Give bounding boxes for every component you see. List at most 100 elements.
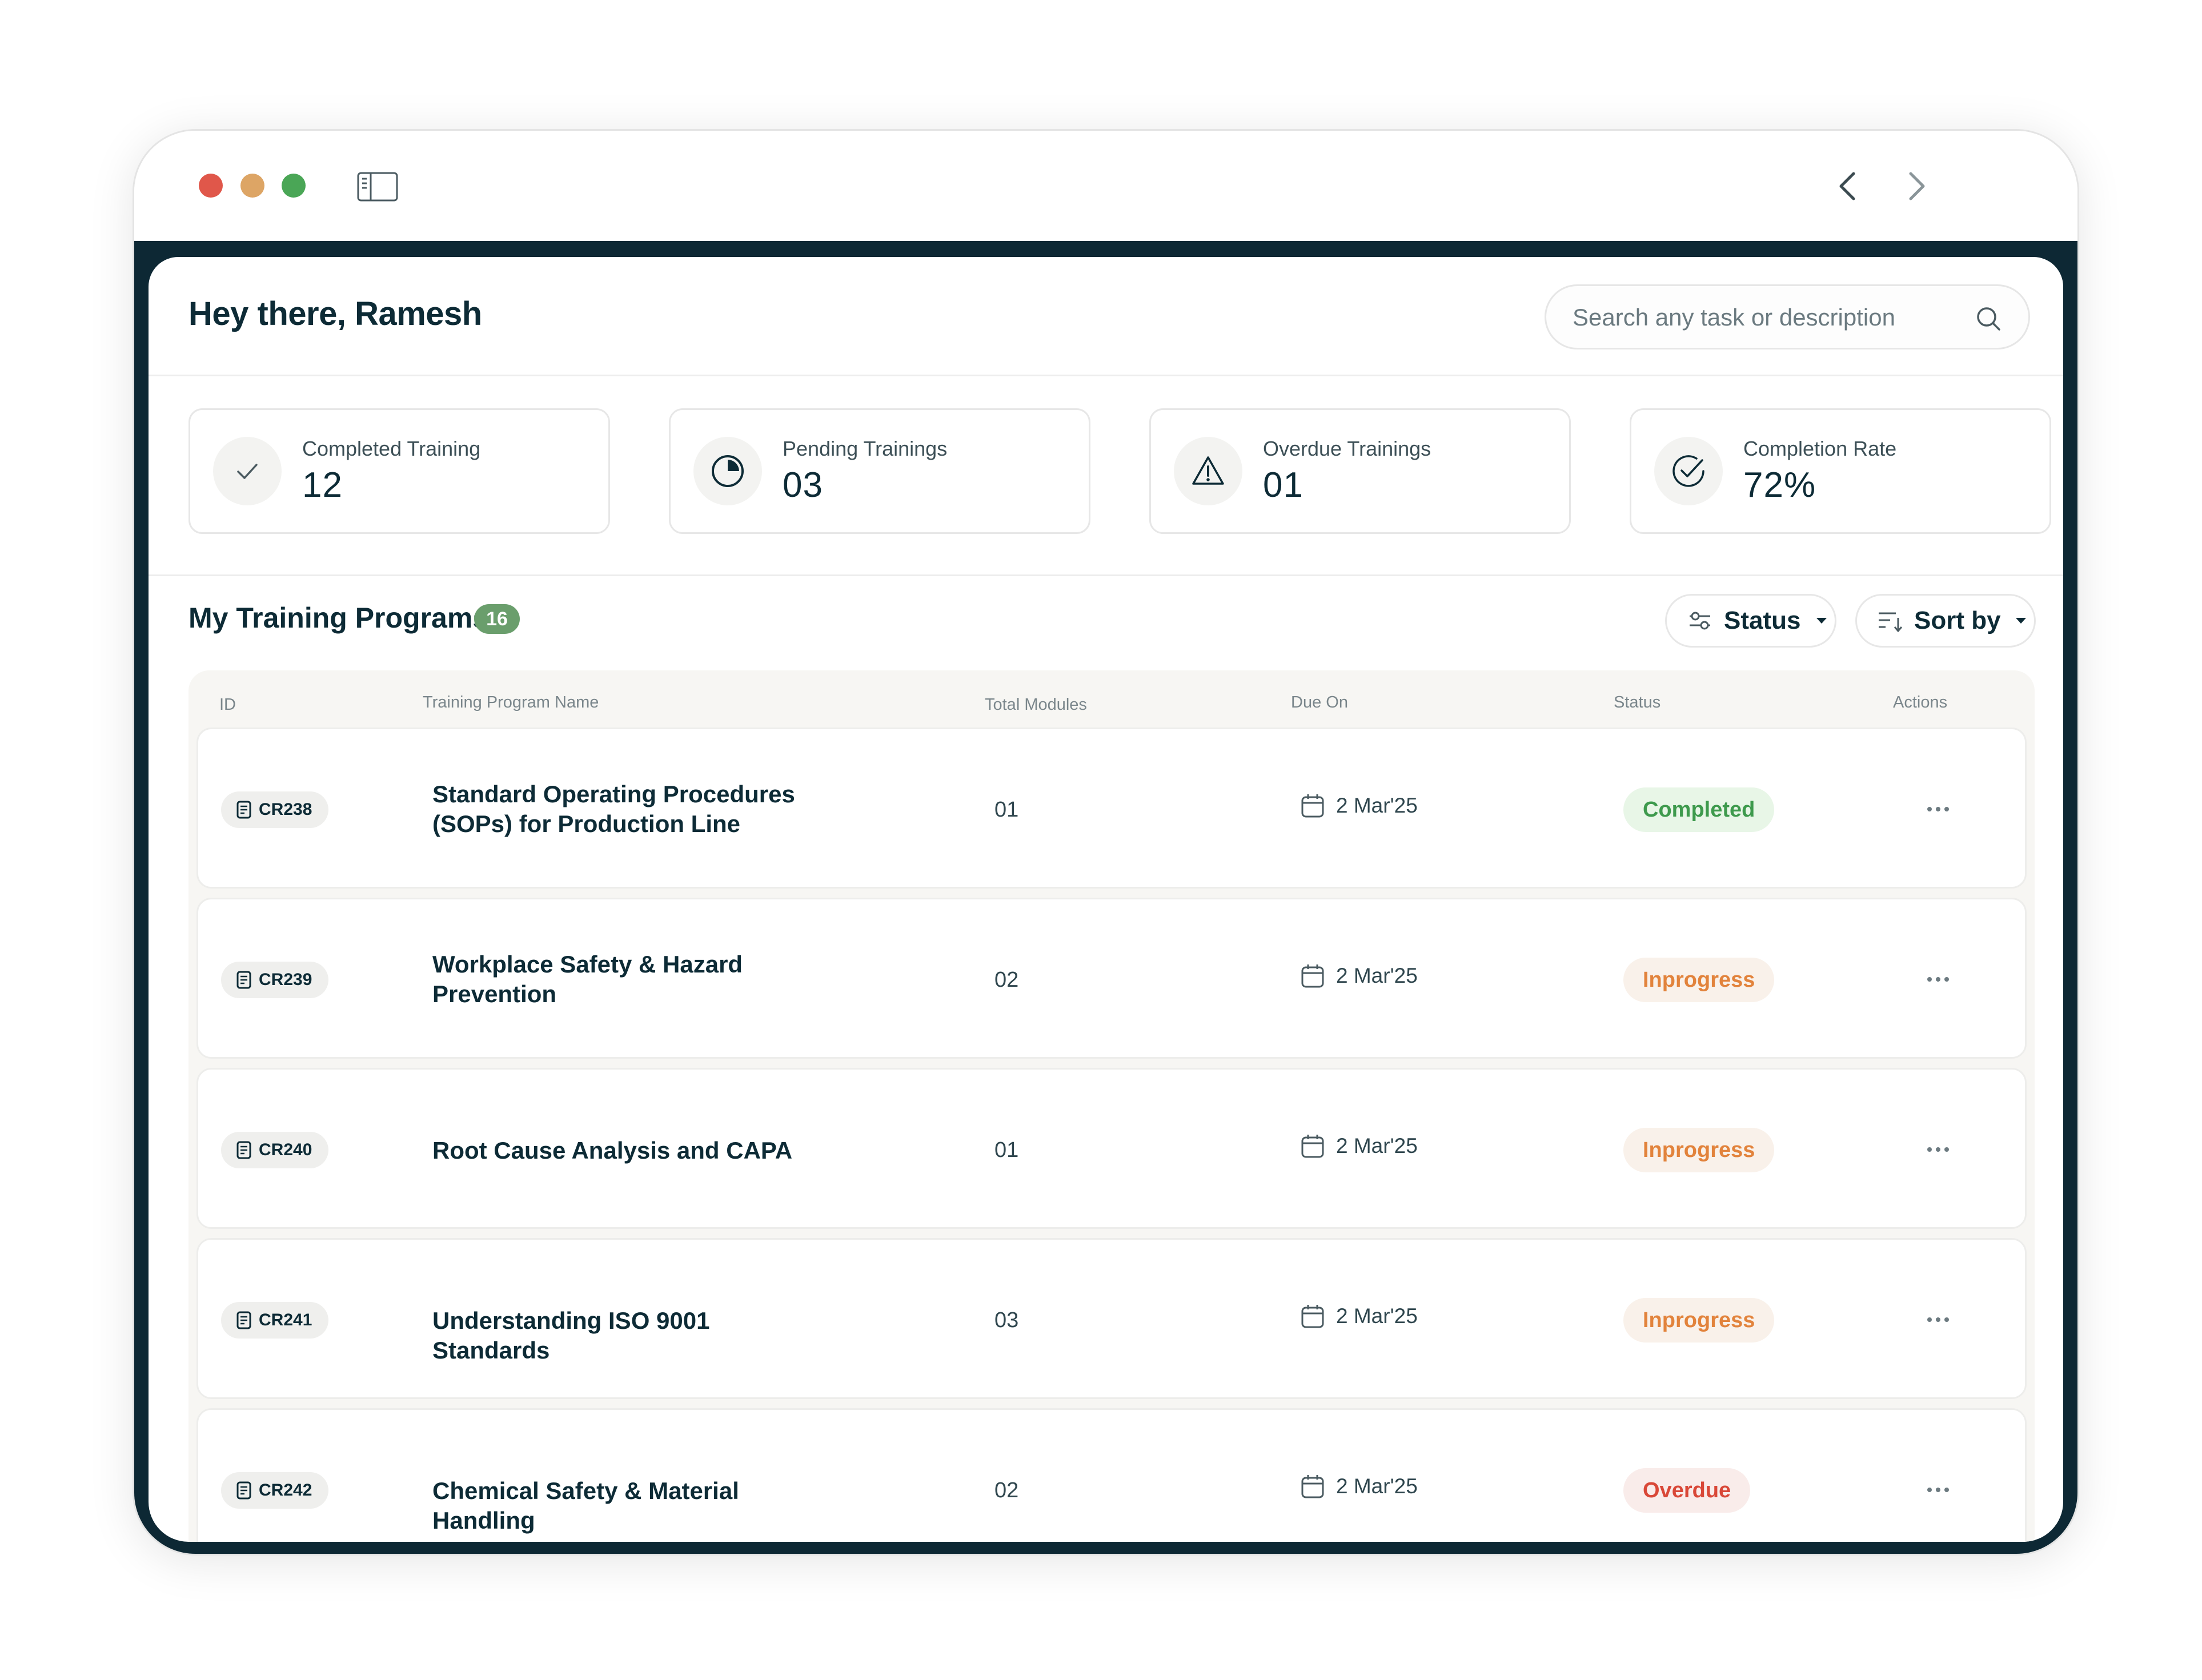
stat-value: 03 xyxy=(783,465,823,505)
program-name: Chemical Safety & Material Handling xyxy=(432,1477,739,1534)
sort-icon xyxy=(1879,612,1903,633)
calendar-icon xyxy=(1301,1135,1324,1158)
program-id: CR239 xyxy=(259,970,312,989)
more-actions-icon[interactable] xyxy=(1915,795,1961,823)
chevron-right-icon xyxy=(1909,172,1925,200)
document-icon xyxy=(236,1481,251,1500)
due-date: 2 Mar'25 xyxy=(1301,1134,1418,1159)
sort-by-button[interactable]: Sort by xyxy=(1855,594,2036,648)
window-titlebar xyxy=(134,131,2077,241)
total-modules: 03 xyxy=(994,1308,1019,1332)
program-name: Understanding ISO 9001 Standards xyxy=(432,1307,710,1364)
column-header-id: ID xyxy=(219,696,236,714)
program-name: Root Cause Analysis and CAPA xyxy=(432,1137,793,1164)
search-input[interactable] xyxy=(1571,299,1960,336)
table-row[interactable]: CR240 Root Cause Analysis and CAPA 01 2 … xyxy=(196,1068,2027,1229)
status-badge: Inprogress xyxy=(1623,1128,1775,1172)
due-date-text: 2 Mar'25 xyxy=(1336,1134,1418,1157)
table-row[interactable]: CR238 Standard Operating Procedures (SOP… xyxy=(196,728,2027,889)
sort-by-label: Sort by xyxy=(1914,606,2001,634)
search-bar[interactable] xyxy=(1545,284,2030,349)
due-date: 2 Mar'25 xyxy=(1301,793,1418,818)
total-modules: 02 xyxy=(994,968,1019,992)
minimize-window-button[interactable] xyxy=(240,174,264,198)
more-actions-icon[interactable] xyxy=(1915,1476,1961,1504)
due-date-text: 2 Mar'25 xyxy=(1336,964,1418,987)
status-badge: Inprogress xyxy=(1623,1298,1775,1343)
stat-card-overdue: Overdue Trainings 01 xyxy=(1149,408,1571,534)
chevron-left-icon xyxy=(1839,172,1855,200)
id-badge: CR240 xyxy=(221,1132,328,1168)
header-divider xyxy=(149,375,2063,376)
calendar-icon xyxy=(1301,1475,1324,1498)
due-date: 2 Mar'25 xyxy=(1301,1474,1418,1499)
column-header-actions: Actions xyxy=(1893,693,1948,712)
more-actions-icon[interactable] xyxy=(1915,1305,1961,1334)
back-button[interactable] xyxy=(1831,168,1865,204)
program-name: Workplace Safety & Hazard Prevention xyxy=(432,951,743,1007)
status-filter-button[interactable]: Status xyxy=(1665,594,1836,648)
status-badge: Inprogress xyxy=(1623,958,1775,1002)
id-badge: CR242 xyxy=(221,1472,328,1509)
program-id: CR240 xyxy=(259,1140,312,1159)
filter-sliders-icon xyxy=(1690,612,1710,630)
section-divider xyxy=(149,574,2063,576)
due-date-text: 2 Mar'25 xyxy=(1336,1304,1418,1328)
stat-label: Completed Training xyxy=(302,437,481,460)
table-row[interactable]: CR239 Workplace Safety & Hazard Preventi… xyxy=(196,898,2027,1059)
pie-clock-icon xyxy=(693,437,762,505)
due-date-text: 2 Mar'25 xyxy=(1336,1474,1418,1498)
id-badge: CR241 xyxy=(221,1302,328,1339)
column-header-name: Training Program Name xyxy=(423,693,599,712)
calendar-icon xyxy=(1301,794,1324,818)
program-id: CR238 xyxy=(259,800,312,819)
check-circle-icon xyxy=(1654,437,1723,505)
more-actions-icon[interactable] xyxy=(1915,965,1961,994)
program-count-badge: 16 xyxy=(474,604,520,634)
caret-down-icon xyxy=(2015,618,2026,624)
stat-value: 01 xyxy=(1263,465,1303,505)
stat-label: Overdue Trainings xyxy=(1263,437,1431,460)
due-date-text: 2 Mar'25 xyxy=(1336,794,1418,817)
document-icon xyxy=(236,971,251,989)
calendar-icon xyxy=(1301,1305,1324,1328)
check-icon xyxy=(213,437,282,505)
caret-down-icon xyxy=(1816,618,1827,624)
close-window-button[interactable] xyxy=(199,174,223,198)
table-row[interactable]: CR241 Understanding ISO 9001 Standards 0… xyxy=(196,1238,2027,1399)
due-date: 2 Mar'25 xyxy=(1301,1304,1418,1329)
program-id: CR241 xyxy=(259,1311,312,1329)
forward-button[interactable] xyxy=(1899,168,1934,204)
total-modules: 01 xyxy=(994,1138,1019,1162)
document-icon xyxy=(236,801,251,819)
maximize-window-button[interactable] xyxy=(282,174,306,198)
id-badge: CR238 xyxy=(221,791,328,828)
app-content: Hey there, Ramesh Completed Training 12 xyxy=(149,257,2063,1542)
calendar-icon xyxy=(1301,964,1324,988)
due-date: 2 Mar'25 xyxy=(1301,963,1418,988)
total-modules: 01 xyxy=(994,798,1019,822)
column-header-status: Status xyxy=(1614,693,1661,712)
status-badge: Completed xyxy=(1623,787,1775,832)
stat-value: 72% xyxy=(1743,465,1816,505)
warning-icon xyxy=(1174,437,1242,505)
status-badge: Overdue xyxy=(1623,1468,1751,1513)
document-icon xyxy=(236,1141,251,1159)
more-actions-icon[interactable] xyxy=(1915,1135,1961,1164)
sidebar-toggle-icon[interactable] xyxy=(357,172,398,202)
search-icon[interactable] xyxy=(1975,305,2002,332)
status-filter-label: Status xyxy=(1724,606,1801,634)
browser-window: Hey there, Ramesh Completed Training 12 xyxy=(133,129,2079,1556)
column-header-due: Due On xyxy=(1291,693,1348,712)
stat-card-completion-rate: Completion Rate 72% xyxy=(1630,408,2051,534)
stat-label: Completion Rate xyxy=(1743,437,1897,460)
stat-card-pending: Pending Trainings 03 xyxy=(669,408,1090,534)
id-badge: CR239 xyxy=(221,962,328,998)
page-title: Hey there, Ramesh xyxy=(188,295,482,332)
stat-value: 12 xyxy=(302,465,343,505)
programs-table: ID Training Program Name Total Modules D… xyxy=(188,670,2035,1542)
app-frame: Hey there, Ramesh Completed Training 12 xyxy=(134,241,2077,1554)
total-modules: 02 xyxy=(994,1478,1019,1502)
section-title: My Training Programs xyxy=(188,602,489,634)
table-row[interactable]: CR242 Chemical Safety & Material Handlin… xyxy=(196,1408,2027,1542)
